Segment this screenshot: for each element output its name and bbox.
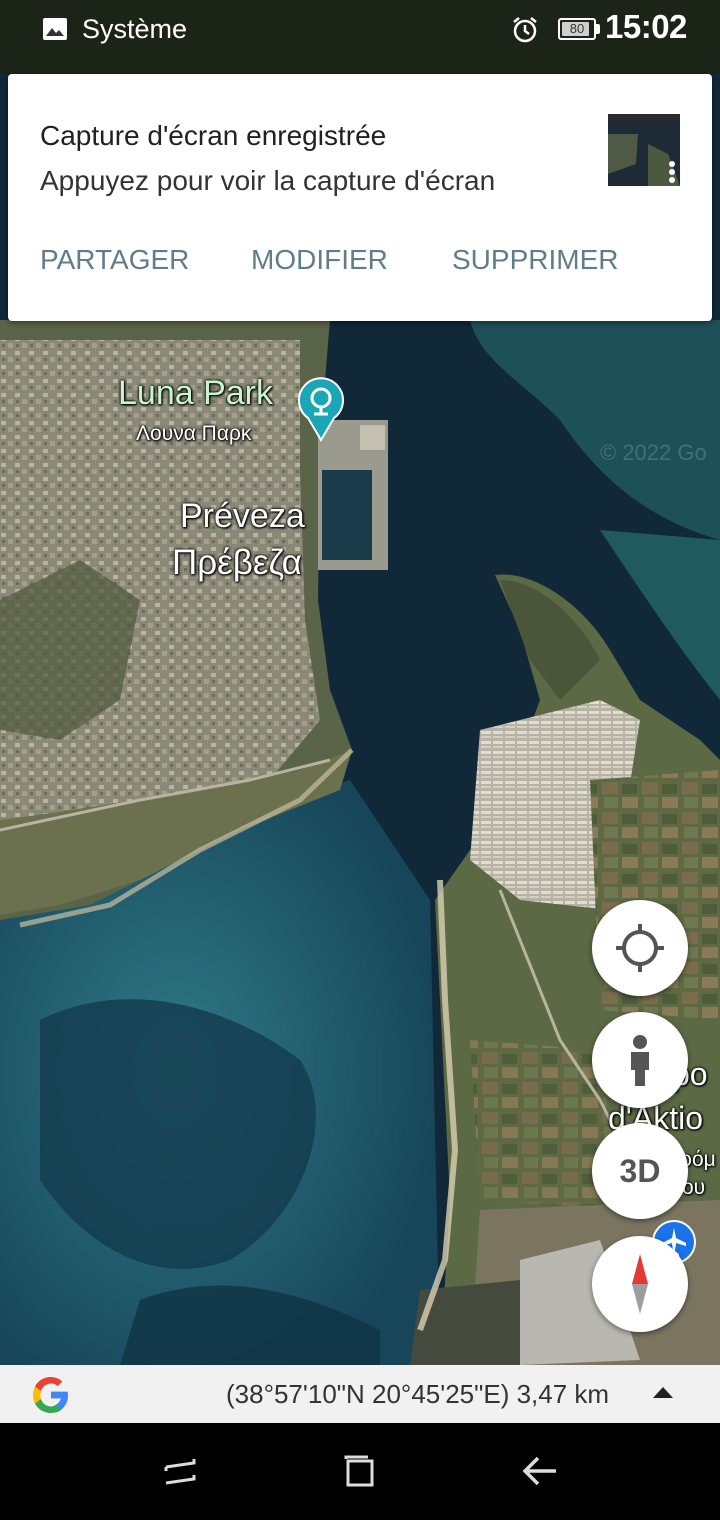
recents-icon[interactable] xyxy=(158,1449,202,1493)
notification-text: Appuyez pour voir la capture d'écran xyxy=(40,165,496,196)
notification-title: Capture d'écran enregistrée xyxy=(40,120,387,151)
compass-button[interactable] xyxy=(592,1236,688,1332)
screenshot-thumbnail[interactable] xyxy=(608,114,680,186)
battery-level: 80 xyxy=(569,21,585,36)
street-view-button[interactable] xyxy=(592,1012,688,1108)
home-icon[interactable] xyxy=(338,1449,382,1493)
poi-label-luna-park[interactable]: Luna Park xyxy=(118,374,273,413)
notification-source-label: Système xyxy=(82,14,188,44)
system-navigation-bar xyxy=(0,1423,720,1520)
edit-button[interactable]: MODIFIER xyxy=(251,244,388,276)
compass-icon xyxy=(632,1254,648,1314)
city-label: Préveza xyxy=(180,497,305,535)
battery-tip xyxy=(596,24,600,34)
poi-label-luna-park-greek: Λουνα Παρκ xyxy=(136,422,252,445)
delete-button[interactable]: SUPPRIMER xyxy=(452,244,618,276)
map-copyright: © 2022 Go xyxy=(600,440,707,465)
expand-up-icon[interactable] xyxy=(652,1385,674,1399)
street-view-icon xyxy=(631,1035,649,1086)
alarm-icon xyxy=(513,17,537,43)
map-info-bar: (38°57'10"N 20°45'25"E) 3,47 km xyxy=(0,1365,720,1423)
my-location-button[interactable] xyxy=(592,900,688,996)
3d-label: 3D xyxy=(619,1153,661,1189)
status-bar: Système 80 15:02 xyxy=(0,0,720,60)
back-icon[interactable] xyxy=(518,1449,562,1493)
city-label-greek: Πρέβεζα xyxy=(172,543,302,582)
clock: 15:02 xyxy=(605,8,687,45)
image-icon xyxy=(43,18,67,40)
share-button[interactable]: PARTAGER xyxy=(40,244,189,276)
google-logo xyxy=(33,1377,68,1413)
battery-icon: 80 xyxy=(558,18,596,40)
amusement-park-icon[interactable] xyxy=(296,374,346,442)
coordinates-readout: (38°57'10"N 20°45'25"E) 3,47 km xyxy=(226,1379,610,1409)
3d-toggle-button[interactable]: 3D xyxy=(592,1123,688,1219)
screenshot-notification[interactable]: Capture d'écran enregistrée Appuyez pour… xyxy=(8,74,712,321)
my-location-icon xyxy=(616,924,664,972)
